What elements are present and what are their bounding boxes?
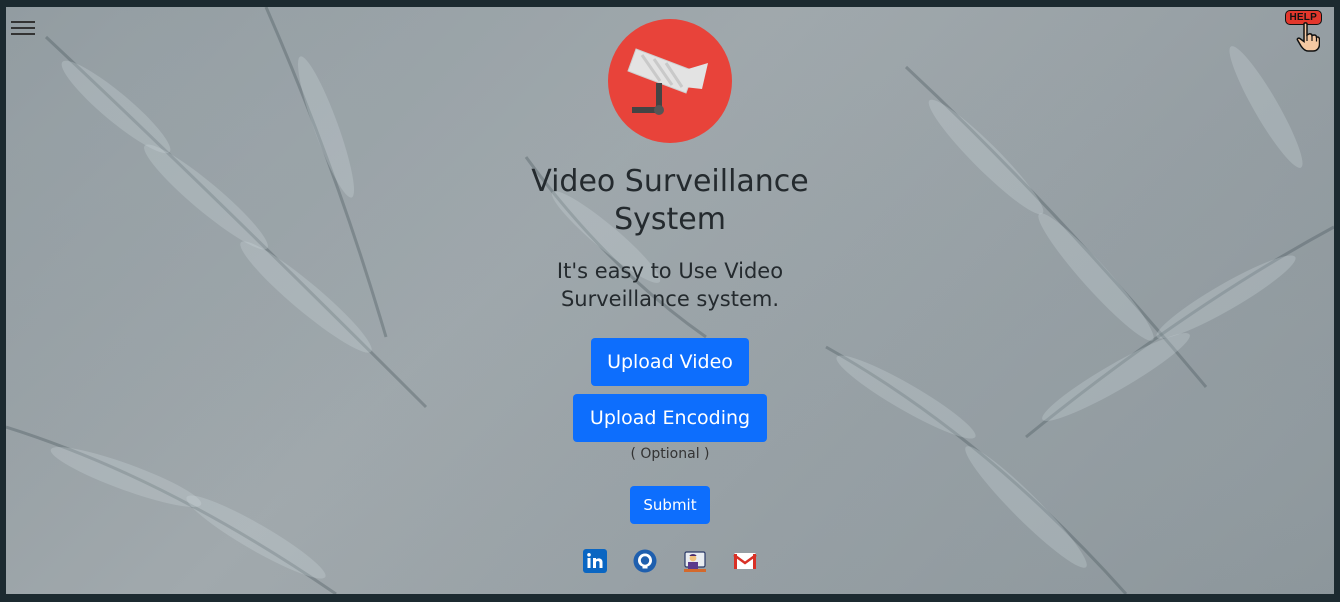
linkedin-link[interactable] xyxy=(583,549,607,573)
linkedin-icon xyxy=(583,549,607,573)
upload-video-button[interactable]: Upload Video xyxy=(591,338,749,386)
github-icon xyxy=(633,549,657,573)
upload-encoding-button[interactable]: Upload Encoding xyxy=(572,394,768,442)
gmail-link[interactable] xyxy=(733,549,757,573)
app-logo xyxy=(608,19,732,143)
page-subtitle: It's easy to Use Video Surveillance syst… xyxy=(556,259,784,311)
page-frame: HELP Video Surveillance System It's easy… xyxy=(6,7,1334,594)
security-camera-icon xyxy=(627,48,708,115)
github-link[interactable] xyxy=(633,549,657,573)
optional-note: ( Optional ) xyxy=(630,446,710,462)
gmail-icon xyxy=(733,553,757,569)
portfolio-link[interactable] xyxy=(683,549,707,573)
page-title: Video Surveillance System xyxy=(531,164,809,237)
hero-section: Video Surveillance System It's easy to U… xyxy=(6,7,1334,573)
portfolio-icon xyxy=(684,551,706,572)
submit-button[interactable]: Submit xyxy=(630,486,710,524)
social-links xyxy=(583,549,757,573)
